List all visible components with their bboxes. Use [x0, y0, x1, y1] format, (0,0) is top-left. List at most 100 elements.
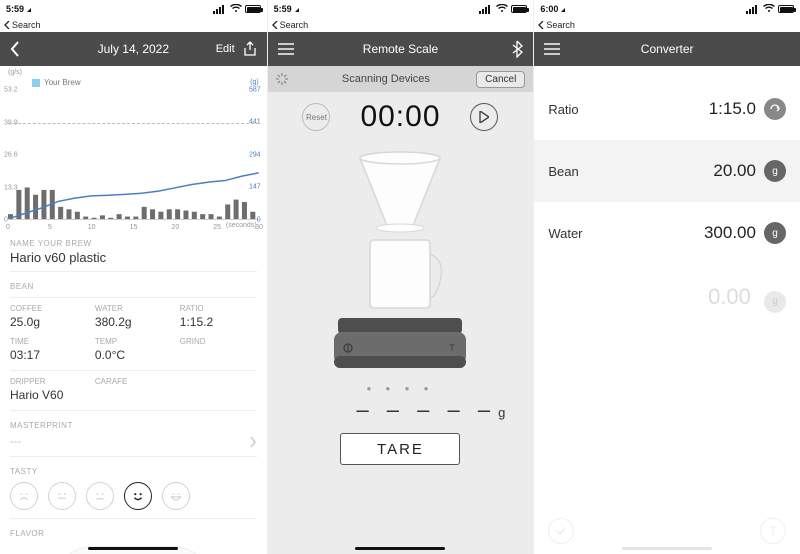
share-button[interactable] — [243, 41, 257, 57]
extra-unit: g — [764, 291, 786, 313]
extra-row: 0.00 g — [534, 264, 800, 333]
ratio-row[interactable]: Ratio 1:15.0 — [534, 78, 800, 140]
signal-icon — [479, 5, 493, 14]
value: 1:15.2 — [180, 315, 257, 329]
stat-empty — [180, 377, 257, 402]
reset-button[interactable]: Reset — [302, 103, 330, 131]
weight-unit: g — [498, 405, 505, 420]
label: CARAFE — [95, 377, 172, 386]
water-label: Water — [548, 226, 704, 241]
back-to-search[interactable]: Search — [534, 18, 800, 32]
scale-body: Reset 00:00 T ● ● ● ● — [268, 92, 534, 554]
home-indicator[interactable] — [355, 547, 445, 550]
edit-button[interactable]: Edit — [216, 43, 235, 55]
page-dots[interactable]: ● ● ● ● — [268, 384, 534, 393]
separator — [10, 370, 257, 371]
status-bar: 5:59 — [268, 0, 534, 18]
face-5[interactable] — [162, 482, 190, 510]
wifi-icon — [230, 4, 242, 15]
stat-ratio: RATIO1:15.2 — [180, 304, 257, 329]
back-to-search[interactable]: Search — [268, 18, 534, 32]
hamburger-icon — [278, 43, 294, 55]
swap-button[interactable] — [764, 98, 786, 120]
hamburger-icon — [544, 43, 560, 55]
timer-row: Reset 00:00 — [268, 100, 534, 134]
target-button[interactable]: T — [760, 518, 786, 544]
tare-button[interactable]: TARE — [340, 433, 460, 465]
cancel-button[interactable]: Cancel — [476, 71, 525, 88]
screen-converter: 6:00 Search Converter Ratio 1:15.0 Bean … — [533, 0, 800, 554]
masterprint-label: MASTERPRINT — [0, 415, 267, 432]
menu-button[interactable] — [278, 43, 322, 55]
screen-remote-scale: 5:59 Search Remote Scale Scanning Device… — [267, 0, 534, 554]
face-1[interactable] — [10, 482, 38, 510]
home-indicator[interactable] — [622, 547, 712, 550]
play-button[interactable] — [470, 103, 498, 131]
ratio-label: Ratio — [548, 102, 708, 117]
face-2[interactable] — [48, 482, 76, 510]
stat-water: WATER380.2g — [95, 304, 172, 329]
bluetooth-button[interactable] — [479, 40, 523, 58]
masterprint-row[interactable]: --- — [0, 432, 267, 452]
status-bar: 6:00 — [534, 0, 800, 18]
stats-row-2: TIME03:17 TEMP0.0°C GRIND — [0, 335, 267, 362]
play-icon — [479, 111, 489, 123]
water-unit-button[interactable]: g — [764, 222, 786, 244]
stat-dripper: DRIPPERHario V60 — [10, 377, 87, 402]
separator — [10, 456, 257, 457]
bean-label: Bean — [548, 164, 713, 179]
value: 380.2g — [95, 315, 172, 329]
separator — [10, 410, 257, 411]
y-axis-right-unit: (g) — [250, 79, 259, 86]
tasty-faces — [0, 478, 267, 514]
face-4-selected[interactable] — [124, 482, 152, 510]
bean-row[interactable]: Bean 20.00 g — [534, 140, 800, 202]
scanning-bar: Scanning Devices Cancel — [268, 66, 534, 92]
bean-value: 20.00 — [713, 161, 756, 181]
signal-icon — [213, 5, 227, 14]
menu-button[interactable] — [544, 43, 588, 55]
chevron-left-icon — [10, 41, 20, 57]
face-3[interactable] — [86, 482, 114, 510]
value: 0.0°C — [95, 348, 172, 362]
nav-bar: Converter — [534, 32, 800, 66]
extra-value: 0.00 — [708, 284, 751, 309]
stat-coffee: COFFEE25.0g — [10, 304, 87, 329]
chevron-left-icon — [4, 21, 10, 29]
wifi-icon — [496, 4, 508, 15]
separator — [10, 271, 257, 272]
nav-back[interactable] — [10, 41, 54, 57]
back-search-label: Search — [546, 20, 575, 30]
scanning-text: Scanning Devices — [296, 73, 477, 85]
nav-title: July 14, 2022 — [54, 42, 213, 56]
nav-title: Remote Scale — [322, 42, 480, 56]
legend-swatch — [32, 79, 40, 87]
stat-carafe: CARAFE — [95, 377, 172, 402]
value: 03:17 — [10, 348, 87, 362]
face-happy-icon — [129, 487, 147, 505]
brewer-illustration[interactable]: T — [320, 150, 480, 380]
location-icon — [561, 4, 569, 14]
chevron-right-icon — [249, 436, 257, 448]
home-indicator[interactable] — [88, 547, 178, 550]
converter-body: Ratio 1:15.0 Bean 20.00 g Water 300.00 g… — [534, 66, 800, 554]
status-bar: 5:59 — [0, 0, 267, 18]
status-time: 5:59 — [274, 4, 292, 14]
location-icon — [295, 4, 303, 14]
brew-name-value[interactable]: Hario v60 plastic — [0, 250, 267, 267]
nav-title: Converter — [588, 42, 746, 56]
confirm-button[interactable] — [548, 518, 574, 544]
ratio-value: 1:15.0 — [709, 99, 756, 119]
screen-brew-record: 5:59 Search July 14, 2022 Edit — [0, 0, 267, 554]
value: 25.0g — [10, 315, 87, 329]
back-to-search[interactable]: Search — [0, 18, 267, 32]
water-row[interactable]: Water 300.00 g — [534, 202, 800, 264]
stat-grind: GRIND — [180, 337, 257, 362]
back-search-label: Search — [12, 20, 41, 30]
nav-bar: July 14, 2022 Edit — [0, 32, 267, 66]
face-neutral-icon — [91, 487, 109, 505]
brew-chart: 013.326.639.953.201472944415870510152025… — [8, 90, 259, 220]
face-sad-icon — [15, 487, 33, 505]
face-vhappy-icon — [167, 487, 185, 505]
bean-unit-button[interactable]: g — [764, 160, 786, 182]
